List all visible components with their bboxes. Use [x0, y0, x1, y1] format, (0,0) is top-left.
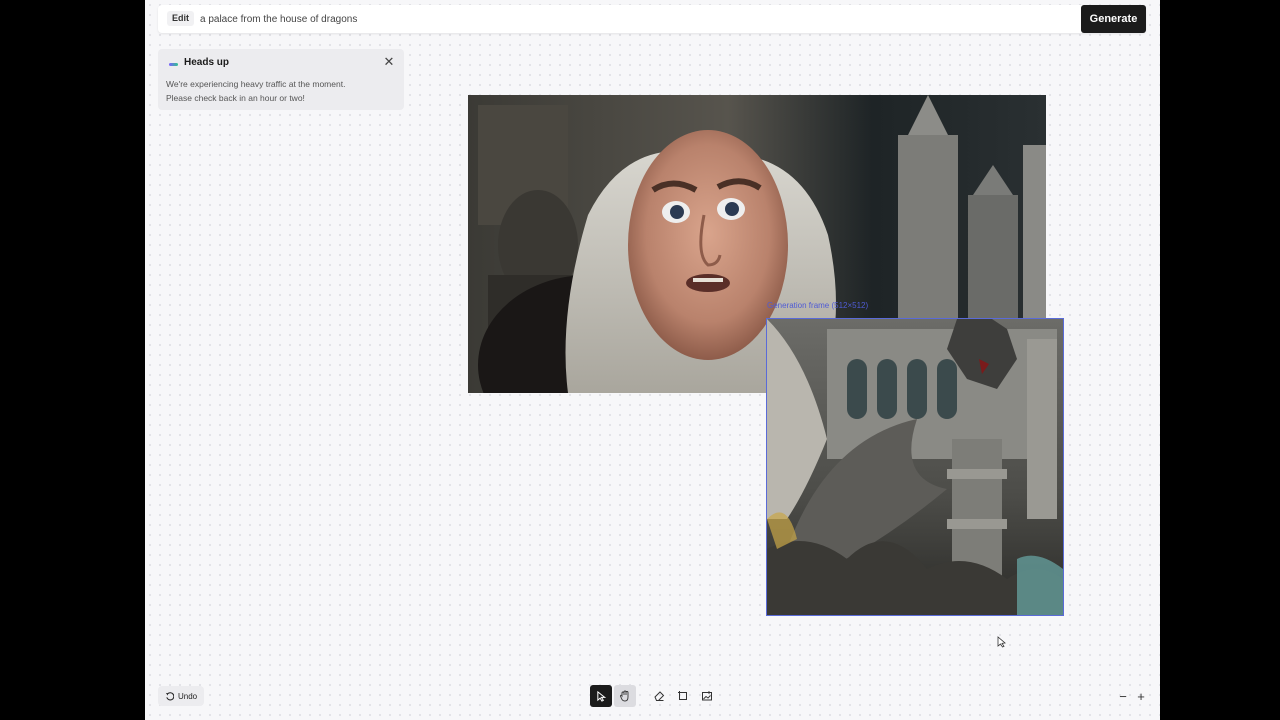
mouse-cursor-icon — [997, 636, 1006, 648]
hand-icon — [620, 690, 629, 702]
eraser-tool[interactable] — [648, 685, 670, 707]
toast-title: Heads up — [184, 57, 230, 68]
generation-frame[interactable] — [766, 318, 1064, 616]
generate-button[interactable]: Generate — [1081, 5, 1146, 33]
zoom-in-button[interactable]: + — [1135, 688, 1147, 706]
close-icon[interactable]: ✕ — [382, 55, 396, 69]
toast-message-line: We're experiencing heavy traffic at the … — [166, 79, 346, 89]
zoom-out-button[interactable]: − — [1117, 688, 1129, 706]
generation-frame-label: Generation frame (512×512) — [767, 301, 869, 310]
eraser-icon — [654, 691, 665, 701]
prompt-input[interactable] — [200, 9, 1070, 29]
status-indicator-icon — [169, 63, 178, 66]
crop-tool[interactable] — [672, 685, 694, 707]
toast-message-line: Please check back in an hour or two! — [166, 93, 305, 103]
image-icon — [702, 691, 712, 701]
heads-up-toast: Heads up ✕ We're experiencing heavy traf… — [158, 49, 404, 110]
mode-chip[interactable]: Edit — [167, 11, 194, 26]
canvas-toolbar — [590, 685, 718, 707]
zoom-controls: − + — [1117, 688, 1147, 706]
undo-label: Undo — [178, 691, 198, 701]
select-tool[interactable] — [590, 685, 612, 707]
image-upload-tool[interactable] — [696, 685, 718, 707]
prompt-bar: Edit Generate — [158, 5, 1146, 33]
canvas-app: Edit Generate Heads up ✕ We're experienc… — [145, 0, 1160, 720]
undo-button[interactable]: Undo — [158, 686, 205, 706]
frame-icon — [678, 691, 687, 700]
hand-tool[interactable] — [614, 685, 636, 707]
toast-message: We're experiencing heavy traffic at the … — [166, 77, 381, 105]
undo-icon — [165, 691, 174, 701]
pointer-icon — [596, 690, 606, 702]
